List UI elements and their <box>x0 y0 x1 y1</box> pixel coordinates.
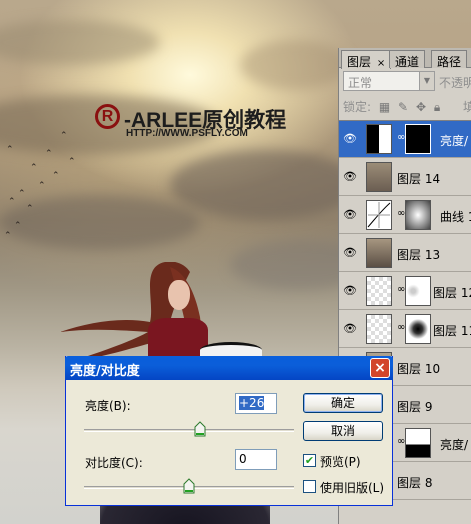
bird-silhouette: ⌃ <box>68 157 76 167</box>
brightness-slider-handle[interactable] <box>194 421 206 437</box>
blend-row: 正常 ▼ 不透明 <box>343 71 471 93</box>
chevron-down-icon[interactable]: ▼ <box>419 72 434 90</box>
brightness-value: +26 <box>239 396 265 410</box>
adjustment-thumbnail <box>366 124 392 154</box>
cloud-shape <box>170 150 360 220</box>
layer-name: 图层 12 <box>433 286 471 300</box>
lock-brush-icon[interactable]: ✎ <box>398 100 408 114</box>
tab-channels[interactable]: 通道 <box>389 50 426 69</box>
eye-icon[interactable]: 👁︎ <box>342 207 358 223</box>
registered-logo-icon: R <box>95 104 120 129</box>
blend-mode-select[interactable]: 正常 ▼ <box>343 71 435 91</box>
layer-name: 图层 11 <box>433 324 471 338</box>
layer-name: 图层 13 <box>397 248 441 262</box>
layer-thumbnail <box>366 238 392 268</box>
preview-checkbox[interactable]: ✔ <box>303 454 316 467</box>
layer-thumbnail <box>366 162 392 192</box>
panel-tab-strip: 图层 × 通道 路径 <box>339 48 471 69</box>
layer-name: 图层 8 <box>397 476 433 490</box>
eye-icon[interactable]: 👁︎ <box>342 283 358 299</box>
bird-silhouette: ⌃ <box>38 181 46 191</box>
contrast-slider-handle[interactable] <box>183 478 195 494</box>
transparent-thumbnail <box>366 276 392 306</box>
cloud-shape <box>0 20 160 65</box>
tab-paths[interactable]: 路径 <box>431 50 468 69</box>
preview-label: 预览(P) <box>320 455 361 469</box>
layer-row[interactable]: 👁︎ ∞ 曲线 1 <box>339 197 471 234</box>
girl-body <box>148 318 208 358</box>
layer-row[interactable]: 👁︎ ∞ 图层 11 <box>339 311 471 348</box>
contrast-input[interactable]: 0 <box>235 449 277 470</box>
layer-name: 图层 14 <box>397 172 441 186</box>
bird-silhouette: ⌃ <box>30 163 38 173</box>
mask-thumbnail <box>405 428 431 458</box>
contrast-label: 对比度(C): <box>85 456 143 470</box>
layer-row[interactable]: 👁︎ ∞ 图层 12 <box>339 273 471 310</box>
brightness-input[interactable]: +26 <box>235 393 277 414</box>
bird-silhouette: ⌃ <box>18 189 26 199</box>
brightness-slider[interactable] <box>84 429 294 432</box>
legacy-checkbox[interactable] <box>303 480 316 493</box>
bird-silhouette: ⌃ <box>6 145 14 155</box>
dialog-titlebar[interactable]: 亮度/对比度 × <box>65 356 393 380</box>
watermark-url: HTTP://WWW.PSFLY.COM <box>126 128 248 139</box>
lock-move-icon[interactable]: ✥ <box>416 100 426 114</box>
dialog-title: 亮度/对比度 <box>70 364 140 379</box>
opacity-label: 不透明 <box>439 76 471 90</box>
legacy-label: 使用旧版(L) <box>320 481 385 495</box>
lock-row: 锁定: ▦ ✎ ✥ 🔒︎ 填 <box>343 98 471 116</box>
girl-face <box>168 280 190 310</box>
layer-name: 亮度/ <box>440 438 469 452</box>
cloud-shape <box>240 40 350 90</box>
mask-thumbnail <box>405 314 431 344</box>
tab-paths-label: 路径 <box>437 55 462 69</box>
cancel-button[interactable]: 取消 <box>303 421 383 441</box>
eye-icon[interactable]: 👁︎ <box>342 245 358 261</box>
lock-all-icon[interactable]: 🔒︎ <box>434 100 440 115</box>
bird-silhouette: ⌃ <box>52 171 60 181</box>
layer-row[interactable]: 👁︎ 图层 14 <box>339 159 471 196</box>
bird-silhouette: ⌃ <box>4 231 12 241</box>
mask-thumbnail <box>405 276 431 306</box>
mask-thumbnail <box>405 124 431 154</box>
layer-name: 曲线 1 <box>440 210 471 224</box>
mask-thumbnail <box>405 200 431 230</box>
close-button[interactable]: × <box>370 358 390 378</box>
fill-label: 填 <box>463 100 471 114</box>
eye-icon[interactable]: 👁︎ <box>342 321 358 337</box>
contrast-value: 0 <box>239 452 247 466</box>
bird-silhouette: ⌃ <box>8 197 16 207</box>
lock-transparency-icon[interactable]: ▦ <box>379 100 390 114</box>
curves-thumbnail <box>366 200 392 230</box>
brightness-label: 亮度(B): <box>85 399 131 413</box>
bird-silhouette: ⌃ <box>26 204 34 214</box>
close-icon[interactable]: × <box>377 58 385 69</box>
blend-mode-value: 正常 <box>348 76 373 90</box>
eye-icon[interactable]: 👁︎ <box>342 131 358 147</box>
layer-name: 图层 10 <box>397 362 441 376</box>
ok-button[interactable]: 确定 <box>303 393 383 413</box>
lock-label: 锁定: <box>343 100 372 114</box>
bird-silhouette: ⌃ <box>60 131 68 141</box>
bird-silhouette: ⌃ <box>14 221 22 231</box>
layer-row[interactable]: 👁︎ ∞ 亮度/ <box>339 121 471 158</box>
eye-icon[interactable]: 👁︎ <box>342 169 358 185</box>
bird-silhouette: ⌃ <box>45 149 53 159</box>
layer-name: 图层 9 <box>397 400 433 414</box>
brightness-contrast-dialog: 亮度/对比度 × 亮度(B): +26 对比度(C): 0 确定 取消 ✔ 预览… <box>65 356 393 506</box>
layer-name: 亮度/ <box>440 134 469 148</box>
transparent-thumbnail <box>366 314 392 344</box>
tab-layers[interactable]: 图层 × <box>341 50 392 69</box>
layer-row[interactable]: 👁︎ 图层 13 <box>339 235 471 272</box>
curves-graph-icon <box>367 202 391 228</box>
tab-layers-label: 图层 <box>347 55 372 69</box>
tab-channels-label: 通道 <box>395 55 420 69</box>
